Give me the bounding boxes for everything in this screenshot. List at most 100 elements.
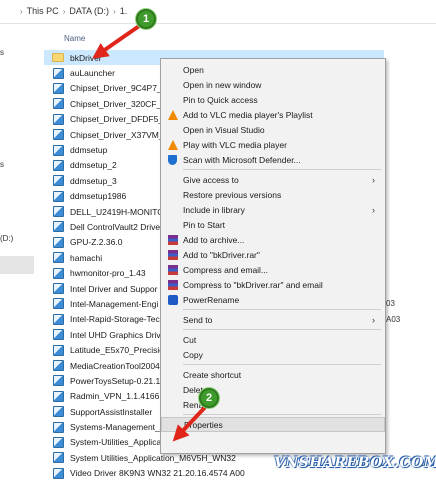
file-name: Intel-Management-Engi — [70, 298, 159, 309]
application-icon — [52, 129, 64, 141]
file-name: Intel-Rapid-Storage-Tec — [70, 314, 160, 325]
menu-item-open[interactable]: Open — [161, 62, 385, 77]
menu-item-copy[interactable]: Copy — [161, 347, 385, 362]
menu-item-open-in-new-window[interactable]: Open in new window — [161, 77, 385, 92]
chevron-right-icon: › — [372, 204, 375, 215]
application-icon — [52, 390, 64, 402]
menu-item-add-to-vlc-media-player-s-playlist[interactable]: Add to VLC media player's Playlist — [161, 107, 385, 122]
menu-item-powerrename[interactable]: PowerRename — [161, 292, 385, 307]
menu-item-pin-to-quick-access[interactable]: Pin to Quick access — [161, 92, 385, 107]
file-name: Latitude_E5x70_Precisio — [70, 345, 165, 356]
menu-item-pin-to-start[interactable]: Pin to Start — [161, 217, 385, 232]
chevron-right-icon[interactable]: › — [113, 7, 116, 16]
menu-item-label: Pin to Start — [183, 219, 226, 230]
menu-separator — [183, 364, 381, 365]
application-icon — [52, 421, 64, 433]
chevron-right-icon: › — [372, 174, 375, 185]
menu-item-add-to-bkdriver-rar[interactable]: Add to "bkDriver.rar" — [161, 247, 385, 262]
winrar-icon — [167, 249, 178, 260]
nav-chevron-icon[interactable]: › — [20, 7, 23, 16]
application-icon — [52, 313, 64, 325]
application-icon — [52, 221, 64, 233]
application-icon — [52, 283, 64, 295]
application-icon — [52, 206, 64, 218]
menu-item-label: Send to — [183, 314, 213, 325]
application-icon — [52, 175, 64, 187]
step-badge-1: 1 — [136, 9, 156, 29]
application-icon — [52, 159, 64, 171]
application-icon — [52, 190, 64, 202]
file-name: System-Utilities_Applica — [70, 437, 162, 448]
file-name: Chipset_Driver_X37VM_C — [70, 129, 170, 140]
application-icon — [52, 113, 64, 125]
menu-item-label: Compress and email... — [183, 264, 269, 275]
menu-item-compress-and-email[interactable]: Compress and email... — [161, 262, 385, 277]
application-icon — [52, 467, 64, 479]
nav-selected-highlight — [0, 256, 34, 274]
menu-item-label: Cut — [183, 334, 197, 345]
menu-item-properties[interactable]: Properties — [161, 417, 385, 432]
file-name: MediaCreationTool2004 — [70, 360, 160, 371]
menu-item-delete[interactable]: Delete — [161, 382, 385, 397]
file-name: PowerToysSetup-0.21.1 — [70, 375, 161, 386]
menu-item-label: Give access to — [183, 174, 239, 185]
menu-item-rename[interactable]: Rename — [161, 397, 385, 412]
nav-item[interactable]: s — [0, 48, 4, 57]
application-icon — [52, 82, 64, 94]
vlc-icon — [167, 139, 178, 150]
menu-item-open-in-visual-studio[interactable]: Open in Visual Studio — [161, 122, 385, 137]
nav-item[interactable]: s — [0, 160, 4, 169]
file-name: auLauncher — [70, 68, 115, 79]
menu-item-label: Pin to Quick access — [183, 94, 258, 105]
menu-item-label: Open in Visual Studio — [183, 124, 265, 135]
nav-item-data-drive[interactable]: (D:) — [0, 234, 13, 243]
watermark: VNSHAREBOX.COM — [274, 455, 436, 471]
file-name: Intel UHD Graphics Driv — [70, 329, 161, 340]
navigation-pane[interactable]: s s (D:) — [0, 24, 34, 480]
menu-item-scan-with-microsoft-defender[interactable]: Scan with Microsoft Defender... — [161, 152, 385, 167]
application-icon — [52, 344, 64, 356]
application-icon — [52, 144, 64, 156]
breadcrumb: › This PC › DATA (D:) › 1. — [20, 6, 127, 16]
winrar-icon — [167, 234, 178, 245]
file-name: bkDriver — [70, 52, 102, 63]
file-name: hwmonitor-pro_1.43 — [70, 268, 146, 279]
menu-separator — [183, 309, 381, 310]
context-menu[interactable]: Open Open in new window Pin to Quick acces… — [160, 58, 386, 454]
menu-item-label: Open in new window — [183, 79, 262, 90]
file-name: ddmsetup1986 — [70, 191, 127, 202]
menu-item-label: Properties — [184, 419, 223, 430]
menu-item-add-to-archive[interactable]: Add to archive... — [161, 232, 385, 247]
address-bar[interactable]: › This PC › DATA (D:) › 1. — [0, 0, 436, 24]
menu-item-label: Restore previous versions — [183, 189, 282, 200]
menu-item-give-access-to[interactable]: Give access to › — [161, 172, 385, 187]
file-name: DELL_U2419H-MONITOR — [70, 206, 170, 217]
application-icon — [52, 452, 64, 464]
file-name: Systems-Management_Ap — [70, 422, 171, 433]
menu-separator — [183, 414, 381, 415]
file-name: Chipset_Driver_9C4P7_W — [70, 83, 170, 94]
menu-item-label: Create shortcut — [183, 369, 242, 380]
menu-item-include-in-library[interactable]: Include in library › — [161, 202, 385, 217]
menu-item-play-with-vlc-media-player[interactable]: Play with VLC media player — [161, 137, 385, 152]
menu-item-compress-to-bkdriver-rar-and-email[interactable]: Compress to "bkDriver.rar" and email — [161, 277, 385, 292]
file-name: Video Driver 8K9N3 WN32 21.20.16.4574 A0… — [70, 468, 245, 479]
breadcrumb-data-drive[interactable]: DATA (D:) — [69, 6, 109, 16]
menu-item-label: Add to archive... — [183, 234, 245, 245]
menu-item-label: Add to VLC media player's Playlist — [183, 109, 313, 120]
file-name: System Utilities_Application_M6V5H_WN32 — [70, 452, 236, 463]
column-header-name[interactable]: Name — [64, 34, 85, 43]
application-icon — [52, 360, 64, 372]
menu-item-cut[interactable]: Cut — [161, 332, 385, 347]
defender-icon — [167, 154, 178, 165]
application-icon — [52, 267, 64, 279]
chevron-right-icon[interactable]: › — [63, 7, 66, 16]
breadcrumb-this-pc[interactable]: This PC — [27, 6, 59, 16]
menu-item-send-to[interactable]: Send to › — [161, 312, 385, 327]
file-name-tail: A03 — [386, 314, 401, 324]
menu-item-restore-previous-versions[interactable]: Restore previous versions — [161, 187, 385, 202]
vlc-icon — [167, 109, 178, 120]
breadcrumb-current-folder[interactable]: 1. — [120, 6, 128, 16]
menu-item-create-shortcut[interactable]: Create shortcut — [161, 367, 385, 382]
application-icon — [52, 406, 64, 418]
